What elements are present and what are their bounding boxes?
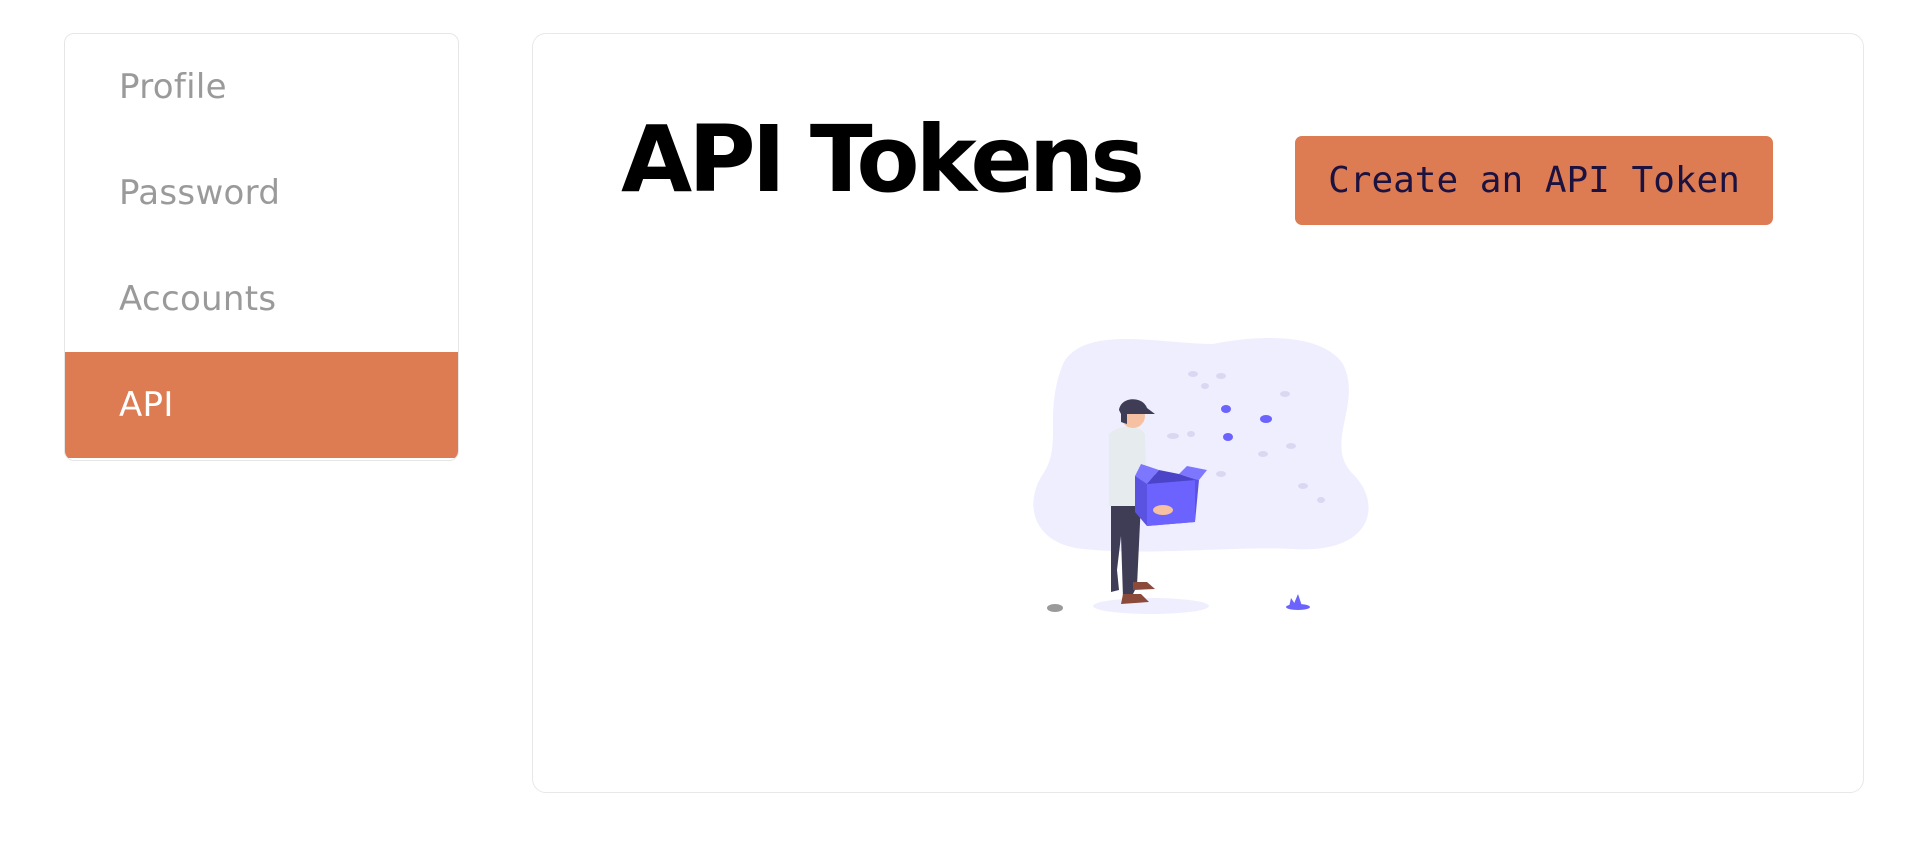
api-tokens-card: API Tokens Create an API Token	[532, 33, 1864, 793]
create-api-token-button[interactable]: Create an API Token	[1295, 136, 1773, 225]
settings-sidebar: Profile Password Accounts API	[64, 33, 459, 461]
sidebar-item-accounts[interactable]: Accounts	[65, 246, 458, 352]
empty-box-illustration	[1033, 338, 1369, 614]
ground-shadow	[1093, 598, 1209, 614]
page: Profile Password Accounts API API Tokens…	[0, 0, 1926, 846]
sidebar-item-profile[interactable]: Profile	[65, 34, 458, 140]
small-plant	[1286, 594, 1310, 610]
background-blob	[1033, 338, 1369, 552]
page-title: API Tokens	[621, 106, 1145, 213]
sidebar-item-api[interactable]: API	[65, 352, 458, 458]
sidebar-item-password[interactable]: Password	[65, 140, 458, 246]
rock	[1047, 604, 1063, 612]
hand	[1153, 505, 1173, 515]
